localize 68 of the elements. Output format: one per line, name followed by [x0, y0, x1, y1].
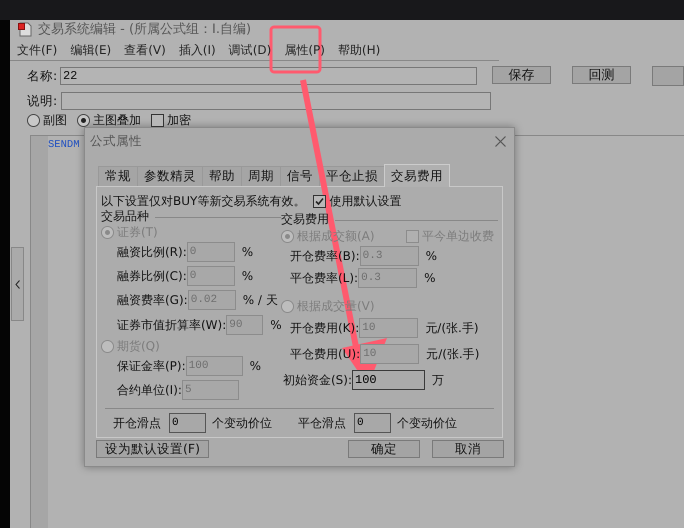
unit-label: 个变动价位: [397, 414, 457, 432]
radio-label: 主图叠加: [93, 112, 141, 128]
menu-item[interactable]: 文件(F): [17, 42, 58, 58]
unit-label: 元/(张.手): [425, 320, 479, 336]
description-field[interactable]: [61, 92, 491, 110]
unit-label: %: [424, 271, 436, 285]
dialog-button[interactable]: 设为默认设置(F): [96, 440, 209, 458]
tab[interactable]: 交易费用: [384, 164, 450, 187]
document-icon: [18, 22, 32, 36]
unit-label: %: [270, 318, 282, 332]
unit-label: 万: [432, 372, 444, 388]
notice-text: 以下设置仅对BUY等新交易系统有效。: [101, 192, 306, 210]
field-label: 证券市值折算率(W):: [117, 316, 226, 334]
tab[interactable]: 周期: [241, 166, 281, 186]
input-field[interactable]: 0: [169, 413, 206, 433]
dialog-title: 公式属性: [90, 132, 142, 150]
dialog-button[interactable]: 确定: [348, 440, 420, 458]
checkbox[interactable]: [313, 194, 326, 208]
field-label: 融资比例(R):: [117, 244, 187, 260]
unit-label: %: [250, 359, 262, 373]
unit-label: % / 天: [242, 292, 278, 308]
field-label: 平仓滑点: [298, 414, 346, 432]
dialog-button[interactable]: 取消: [432, 440, 504, 458]
close-icon[interactable]: [495, 136, 506, 146]
unit-label: 元/(张.手): [426, 346, 480, 362]
radio-option[interactable]: 副图: [27, 112, 67, 128]
menu-item[interactable]: 插入(I): [178, 42, 216, 58]
tab[interactable]: 平仓止损: [319, 166, 385, 186]
group-title: 交易品种: [101, 208, 149, 225]
toolbar-button[interactable]: 回测: [572, 66, 631, 84]
unit-label: %: [242, 245, 254, 259]
menu-item[interactable]: 帮助(H): [338, 42, 380, 58]
toolbar-button[interactable]: [652, 66, 684, 86]
unit-label: %: [426, 249, 438, 263]
collapse-handle[interactable]: [11, 247, 24, 321]
tab[interactable]: 信号: [280, 166, 320, 186]
checkbox-label: 加密: [167, 112, 191, 128]
checkbox[interactable]: [151, 114, 164, 126]
field-label: 名称:: [27, 68, 58, 84]
field-label: 平仓费用(U):: [290, 346, 360, 362]
field-label: 合约单位(I):: [117, 382, 182, 398]
field-label: 融资费率(G):: [117, 292, 188, 308]
field-label: 开仓滑点: [113, 414, 161, 432]
toolbar-button[interactable]: 保存: [492, 66, 551, 84]
tab[interactable]: 参数精灵: [137, 166, 203, 186]
name-field[interactable]: 22: [60, 67, 477, 85]
tab[interactable]: 常规: [98, 166, 138, 186]
field-label: 说明:: [27, 92, 58, 110]
field-label: 开仓费用(K):: [290, 320, 360, 336]
input-field[interactable]: 0: [354, 413, 391, 433]
field-label: 平仓费率(L):: [290, 270, 358, 286]
input-field[interactable]: 100: [352, 370, 426, 390]
field-label: 初始资金(S):: [283, 372, 352, 388]
window-title: 交易系统编辑 - (所属公式组：I.自编): [38, 21, 252, 38]
unit-label: %: [242, 269, 254, 283]
field-label: 开仓费率(B):: [290, 248, 360, 264]
menu-item[interactable]: 查看(V): [124, 42, 166, 58]
menu-item[interactable]: 编辑(E): [70, 42, 112, 58]
checkbox-label: 使用默认设置: [329, 192, 402, 210]
chevron-left-icon: [15, 280, 20, 288]
group-title: 交易费用: [281, 211, 329, 228]
tab[interactable]: 帮助: [202, 166, 242, 186]
radio-option[interactable]: 主图叠加: [77, 112, 141, 128]
radio-label: 副图: [43, 112, 67, 128]
code-line: SENDM: [48, 138, 80, 152]
field-label: 保证金率(P):: [117, 358, 186, 374]
field-label: 融券比例(C):: [117, 268, 187, 284]
unit-label: 个变动价位: [212, 414, 272, 432]
